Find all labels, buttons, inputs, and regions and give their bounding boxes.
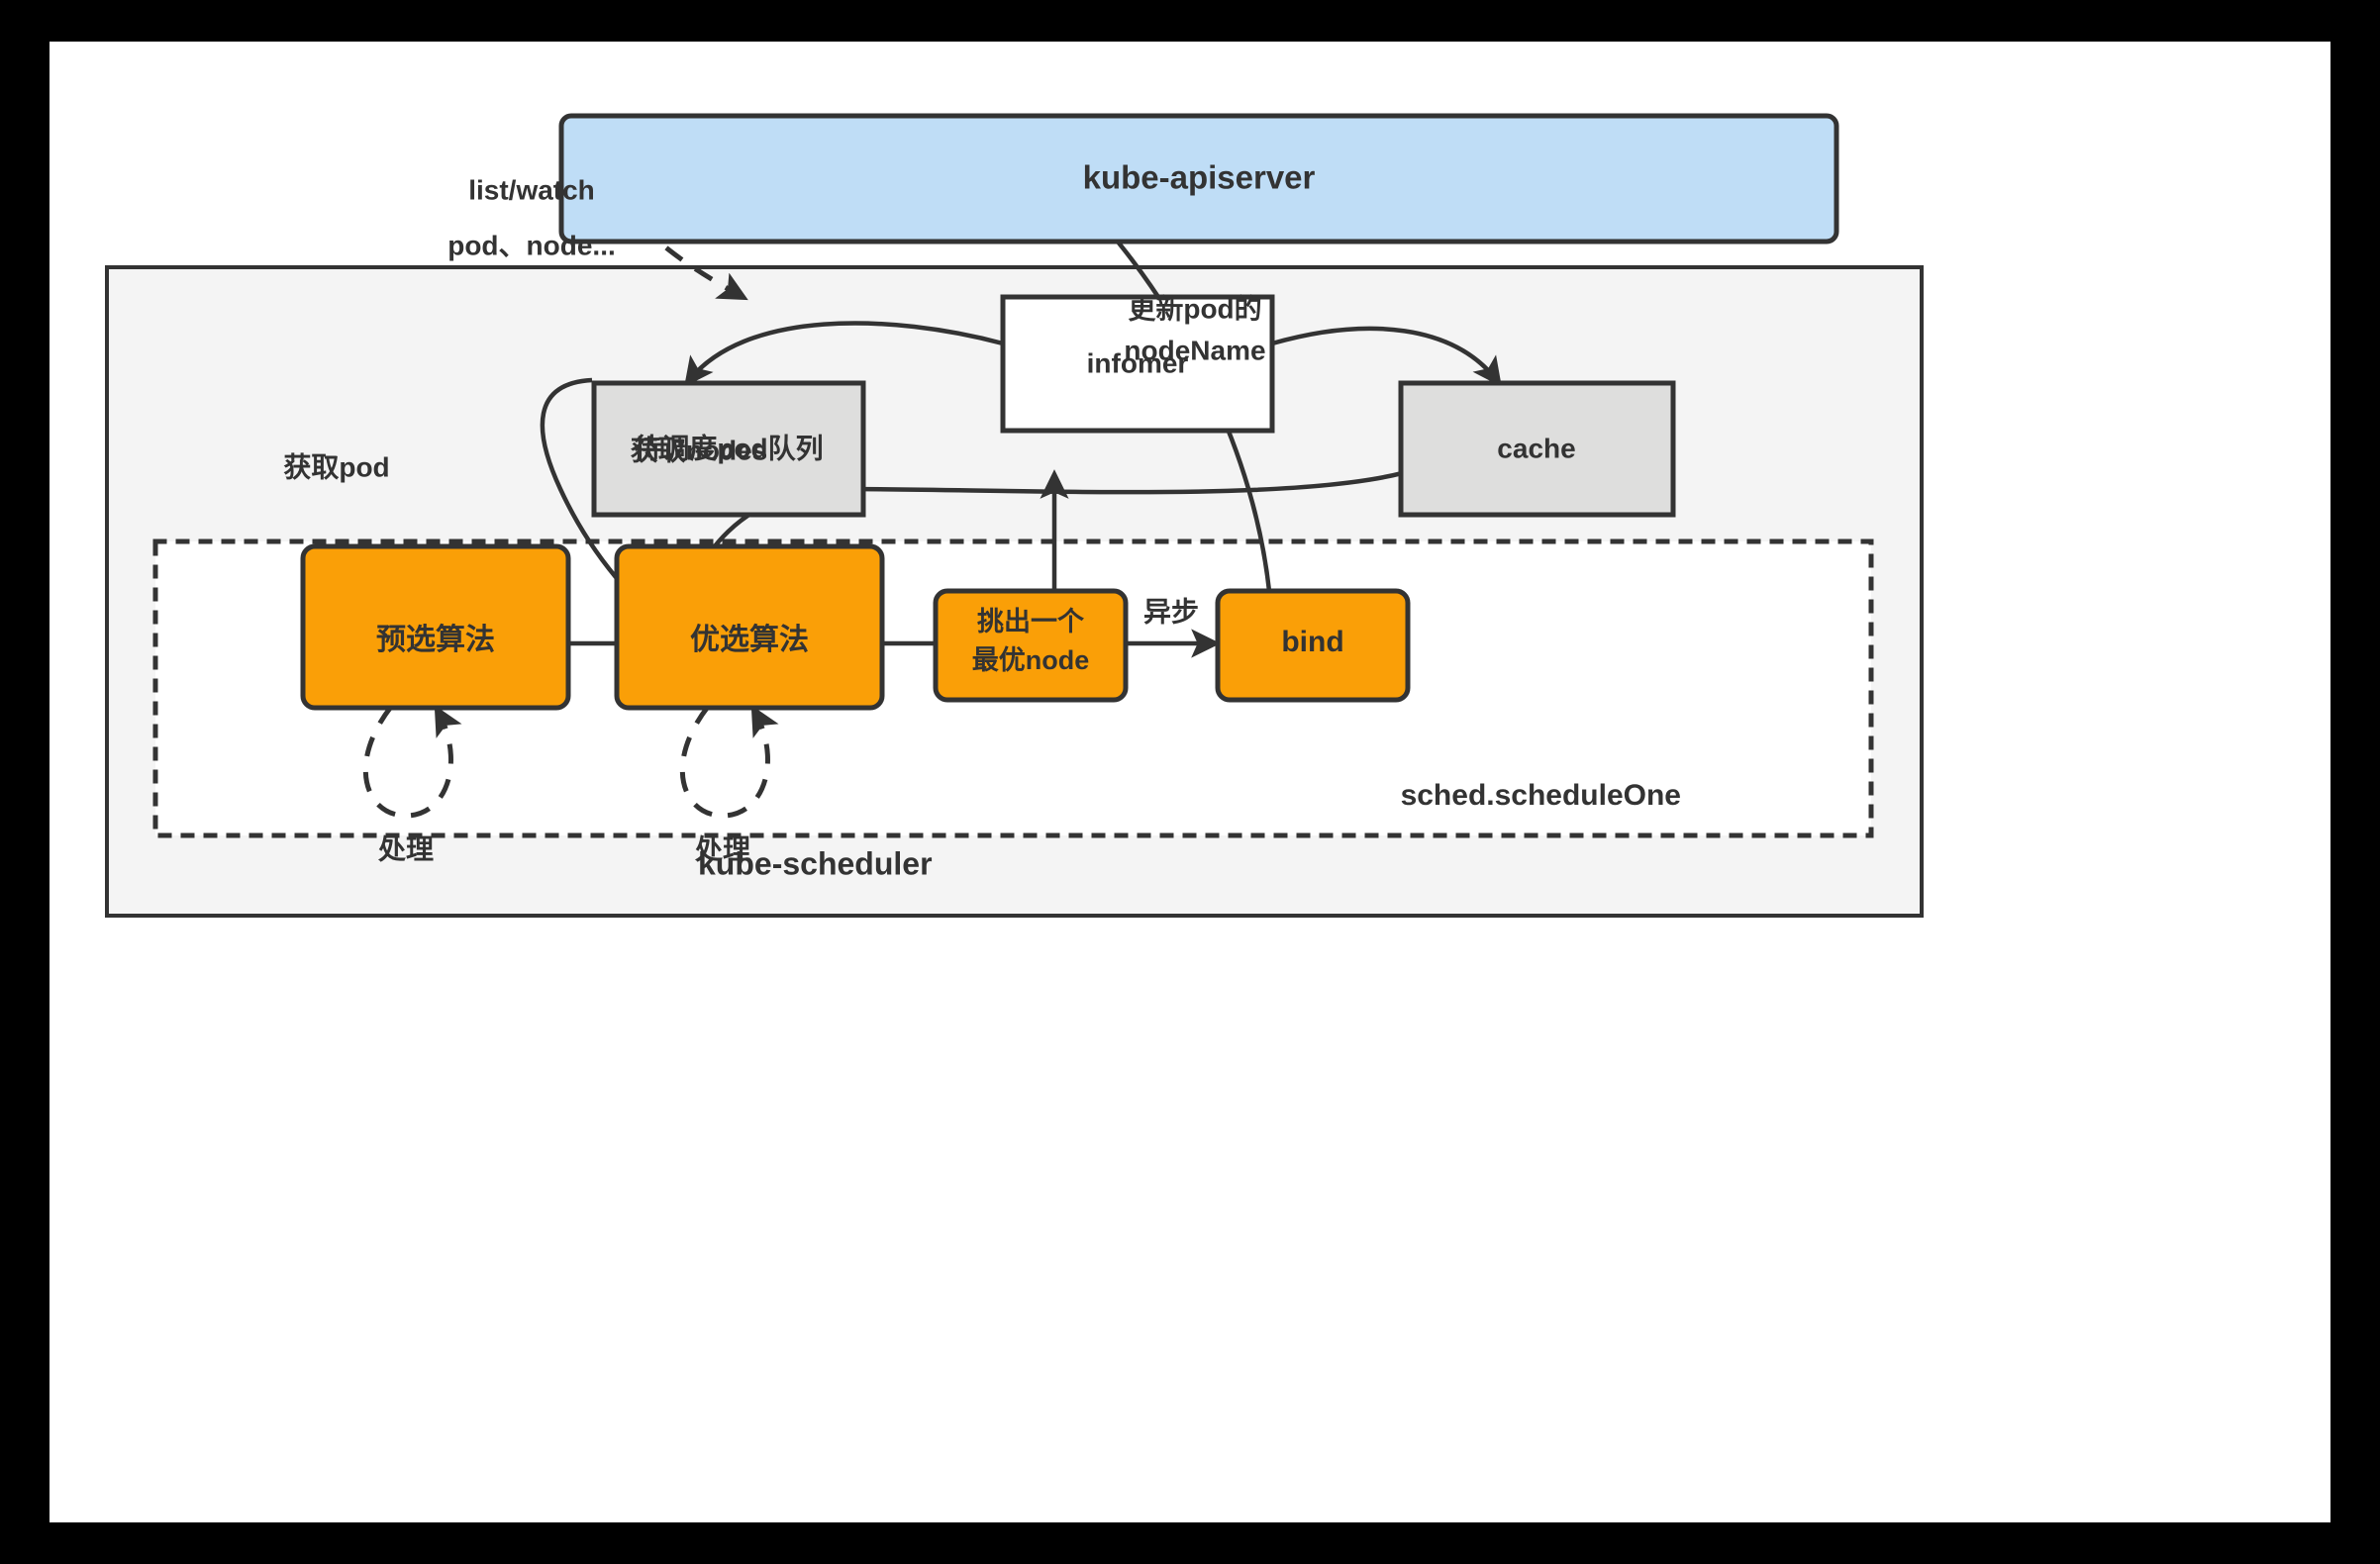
predicate-algorithm-label: 预选算法: [376, 623, 495, 656]
get-pod-label: 获取pod: [283, 451, 389, 482]
scheduler-flow-diagram: kube-scheduler sched.scheduleOne kube-ap…: [105, 113, 1924, 918]
cache-label: cache: [1497, 433, 1575, 463]
list-watch-label-line2: pod、node...: [447, 230, 616, 260]
list-watch-label-line1: list/watch: [468, 174, 595, 205]
bind-label: bind: [1281, 626, 1343, 658]
node-predicate-algorithm[interactable]: 预选算法: [300, 543, 571, 711]
image-frame: kube-scheduler sched.scheduleOne kube-ap…: [0, 0, 2380, 1564]
process-predicate-label: 处理: [377, 833, 434, 864]
node-bind[interactable]: bind: [1215, 588, 1411, 703]
node-priority-algorithm[interactable]: 优选算法: [614, 543, 885, 711]
sched-scheduleone-label: sched.scheduleOne: [1401, 779, 1681, 812]
update-pod-label-line2: nodeName: [1124, 335, 1265, 365]
get-nodes-label: 获取nodes: [631, 435, 767, 465]
async-label: 异步: [1143, 596, 1199, 627]
priority-algorithm-label: 优选算法: [690, 623, 809, 656]
update-pod-label-line1: 更新pod的: [1128, 292, 1261, 324]
process-priority-label: 处理: [694, 833, 750, 864]
select-best-node-label-line2: 最优node: [972, 645, 1090, 675]
select-best-node-label-line1: 挑出一个: [977, 607, 1085, 636]
node-cache[interactable]: cache: [1398, 380, 1676, 518]
node-kube-apiserver[interactable]: kube-apiserver: [558, 113, 1839, 244]
diagram-canvas: kube-scheduler sched.scheduleOne kube-ap…: [50, 42, 2330, 1522]
node-select-best-node[interactable]: 挑出一个 最优node: [933, 588, 1129, 703]
kube-apiserver-label: kube-apiserver: [1083, 159, 1316, 196]
